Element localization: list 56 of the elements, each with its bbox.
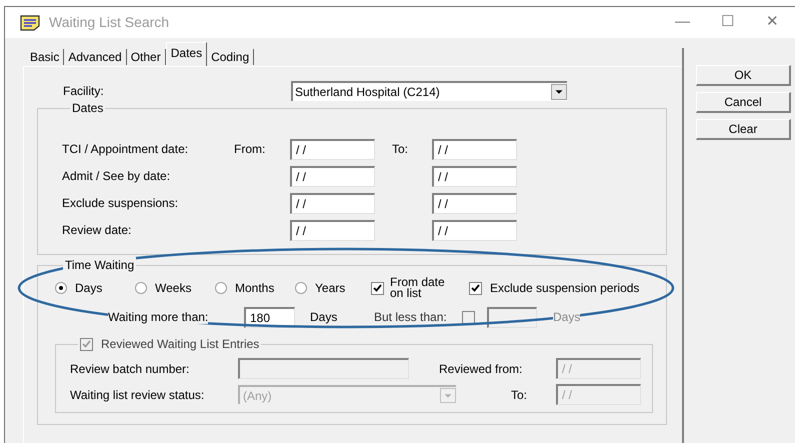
close-button[interactable]: ✕ <box>750 11 795 34</box>
facility-label: Facility: <box>63 83 105 100</box>
checkbox[interactable] <box>371 282 384 294</box>
date-field[interactable]: / / <box>290 138 375 160</box>
radio-label: Months <box>235 280 274 297</box>
radio-button[interactable] <box>295 282 307 294</box>
maximize-button[interactable]: ☐ <box>705 11 750 34</box>
facility-dropdown[interactable]: Sutherland Hospital (C214) <box>291 81 567 101</box>
date-field[interactable]: / / <box>432 138 517 160</box>
from-label: From: <box>234 142 266 156</box>
tab[interactable]: Coding <box>207 49 254 65</box>
group-title: Dates <box>72 100 104 116</box>
date-field[interactable]: / / <box>432 192 517 214</box>
tab[interactable]: Dates <box>166 42 208 66</box>
waiting-more-label: Waiting more than: <box>108 310 208 324</box>
group-title: Reviewed Waiting List Entries <box>101 336 260 353</box>
group-title: Time Waiting <box>65 257 134 273</box>
radio-button[interactable] <box>215 282 227 294</box>
checkbox[interactable] <box>469 282 482 294</box>
to-label: To: <box>511 386 528 404</box>
notepad-icon <box>20 14 40 30</box>
tab[interactable]: Basic <box>26 49 64 65</box>
radio-button[interactable] <box>135 282 147 294</box>
minimize-button[interactable]: — <box>660 11 705 34</box>
radio-label: Years <box>315 280 346 297</box>
batch-field[interactable] <box>238 358 409 379</box>
radio-button[interactable] <box>55 282 67 294</box>
date-field[interactable]: / / <box>432 220 517 240</box>
reviewed-from-label: Reviewed from: <box>439 360 524 378</box>
dialog-button[interactable]: Clear <box>696 119 791 140</box>
check-icon <box>373 284 382 292</box>
checkbox-label: From date on list <box>390 277 446 299</box>
date-label: Exclude suspensions: <box>62 195 180 212</box>
unit-label: Days <box>310 309 338 326</box>
status-label: Waiting list review status: <box>70 386 206 404</box>
dialog-button[interactable]: OK <box>696 65 791 86</box>
radio-label: Weeks <box>155 280 192 297</box>
batch-label: Review batch number: <box>70 360 190 378</box>
caret-icon <box>440 388 456 403</box>
window-title: Waiting List Search <box>49 13 170 32</box>
dialog-button[interactable]: Cancel <box>696 92 791 113</box>
date-field[interactable]: / / <box>290 166 375 186</box>
date-field[interactable]: / / <box>290 220 375 240</box>
date-label: Review date: <box>62 222 132 239</box>
check-icon <box>471 284 480 292</box>
date-field[interactable]: / / <box>432 166 517 186</box>
checkbox-label: Exclude suspension periods <box>490 280 640 297</box>
date-field[interactable]: / / <box>290 192 375 214</box>
to-label: To: <box>392 142 408 156</box>
but-less-label: But less than: <box>374 309 448 326</box>
caret-icon <box>551 84 567 100</box>
tab[interactable]: Advanced <box>64 49 127 65</box>
date-label: Admit / See by date: <box>62 168 172 185</box>
date-label: TCI / Appointment date: <box>62 141 190 158</box>
check-icon <box>82 340 91 348</box>
radio-label: Days <box>75 280 102 297</box>
